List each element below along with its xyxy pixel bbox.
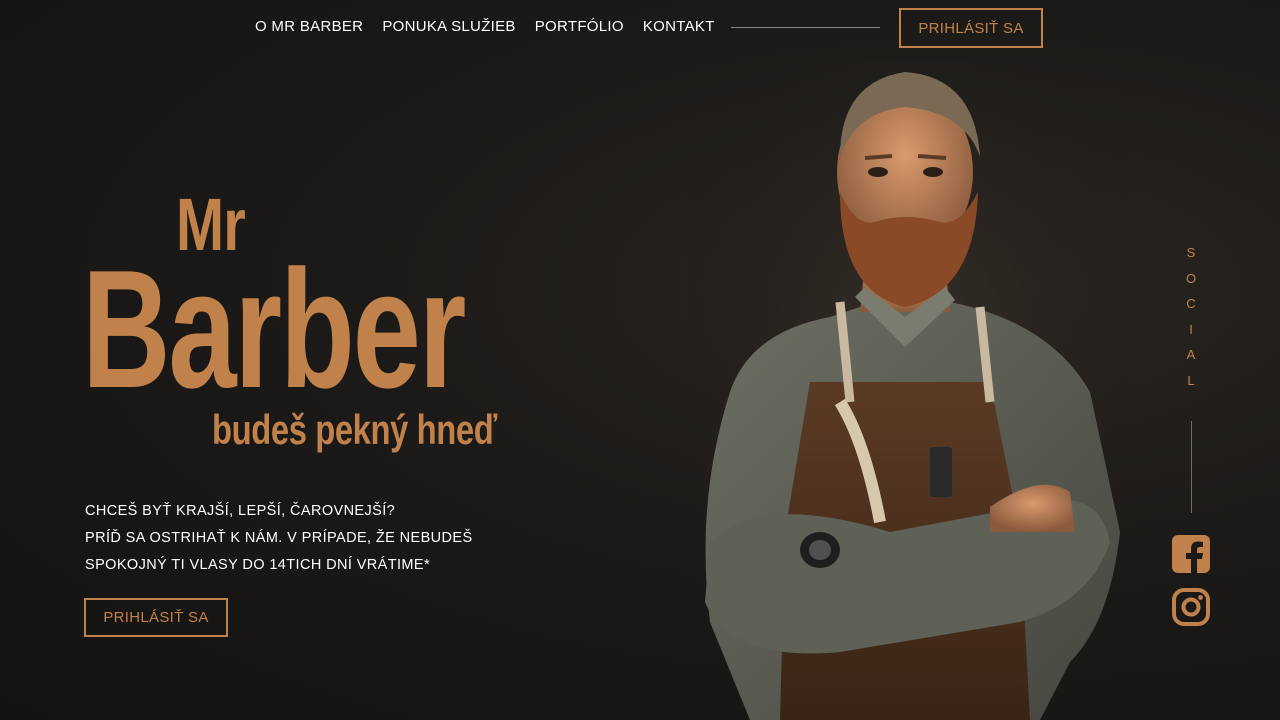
nav-link-contact[interactable]: KONTAKT	[643, 18, 715, 35]
top-navigation: O MR BARBER PONUKA SLUŽIEB PORTFÓLIO KON…	[0, 0, 1280, 56]
nav-link-about[interactable]: O MR BARBER	[255, 18, 363, 35]
nav-link-services[interactable]: PONUKA SLUŽIEB	[382, 18, 515, 35]
tagline-line-2: PRÍĎ SA OSTRIHAŤ K NÁM. V PRÍPADE, ŽE NE…	[85, 530, 473, 546]
nav-links: O MR BARBER PONUKA SLUŽIEB PORTFÓLIO KON…	[255, 18, 715, 35]
barber-photo	[690, 62, 1130, 720]
hero-login-button[interactable]: PRIHLÁSIŤ SA	[84, 598, 228, 637]
hero-tagline: CHCEŠ BYŤ KRAJŠÍ, LEPŠÍ, ČAROVNEJŠÍ? PRÍ…	[85, 498, 525, 579]
social-label-letter: I	[1189, 321, 1193, 337]
nav-link-portfolio[interactable]: PORTFÓLIO	[535, 18, 624, 35]
social-label-letter: L	[1187, 372, 1195, 388]
social-divider-line	[1191, 421, 1192, 513]
social-label-letter: S	[1186, 245, 1196, 260]
tagline-line-1: CHCEŠ BYŤ KRAJŠÍ, LEPŠÍ, ČAROVNEJŠÍ?	[85, 503, 396, 519]
hero-subtitle: budeš pekný hneď	[212, 406, 497, 453]
social-label-letter: C	[1186, 296, 1196, 311]
social-label-letter: A	[1186, 347, 1196, 362]
tagline-line-3: SPOKOJNÝ TI VLASY DO 14TICH DNÍ VRÁTIME*	[85, 557, 431, 573]
facebook-icon[interactable]	[1172, 535, 1210, 573]
social-label: S O C I A L	[1184, 240, 1198, 393]
nav-login-button[interactable]: PRIHLÁSIŤ SA	[899, 8, 1043, 48]
instagram-icon[interactable]	[1172, 588, 1210, 626]
nav-divider-line	[731, 27, 880, 28]
social-label-letter: O	[1185, 270, 1197, 286]
hero-title-barber: Barber	[82, 235, 466, 423]
